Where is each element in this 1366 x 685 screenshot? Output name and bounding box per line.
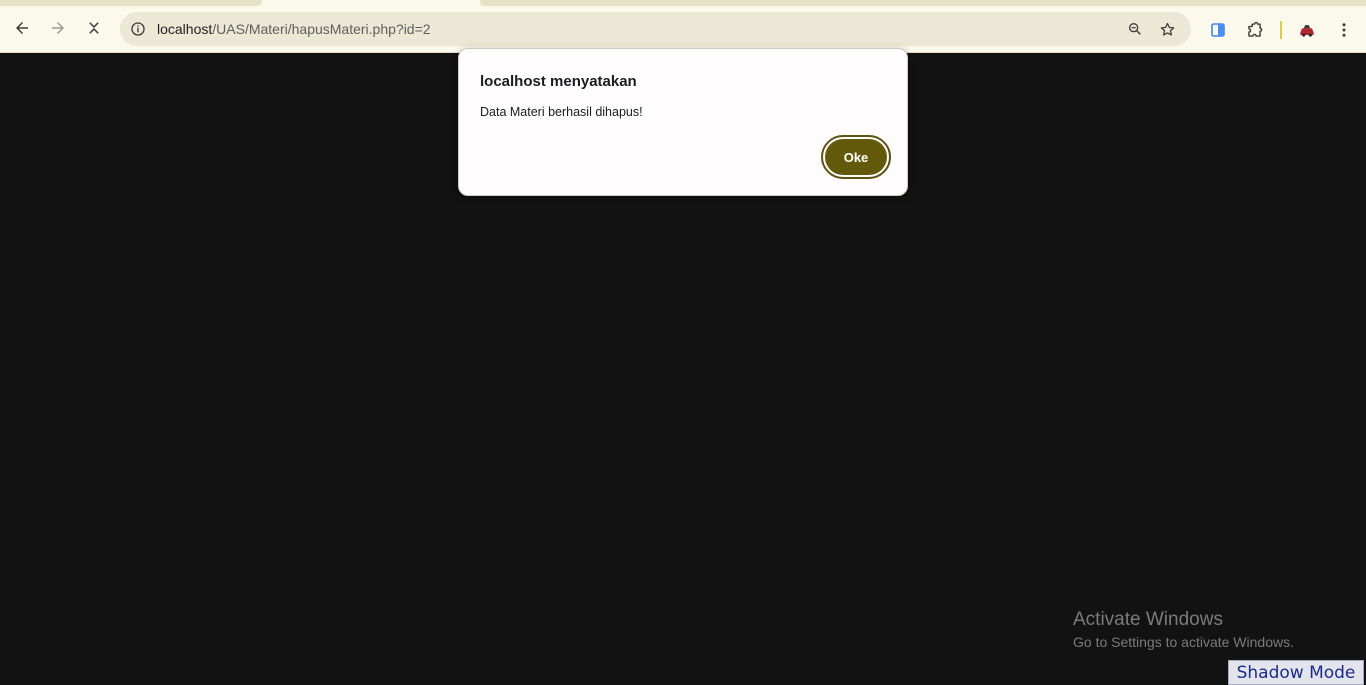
toolbar-divider [1280, 21, 1282, 39]
site-info-icon[interactable] [128, 19, 148, 39]
arrow-left-icon [16, 22, 28, 34]
close-icon [89, 22, 99, 34]
back-button[interactable] [6, 12, 38, 44]
address-bar[interactable]: localhost/UAS/Materi/hapusMateri.php?id=… [120, 12, 1191, 46]
dialog-title: localhost menyatakan [480, 73, 637, 90]
zoom-icon[interactable] [1125, 19, 1145, 39]
url-path: /UAS/Materi/hapusMateri.php?id=2 [212, 21, 431, 37]
dialog-message: Data Materi berhasil dihapus! [480, 105, 643, 119]
side-panel-icon[interactable] [1207, 19, 1229, 41]
url-host: localhost [157, 21, 213, 37]
activate-windows-subtitle: Go to Settings to activate Windows. [1073, 634, 1294, 650]
browser-toolbar: localhost/UAS/Materi/hapusMateri.php?id=… [0, 6, 1366, 53]
bookmark-star-icon[interactable] [1157, 19, 1177, 39]
activate-windows-title: Activate Windows [1073, 609, 1223, 630]
kebab-menu-icon[interactable] [1333, 19, 1355, 41]
shadow-mode-button[interactable]: Shadow Mode [1228, 660, 1364, 685]
ok-button[interactable]: Oke [821, 135, 891, 179]
ok-button-label: Oke [825, 139, 887, 175]
arrow-right-icon [52, 22, 64, 34]
stop-loading-button[interactable] [78, 12, 110, 44]
forward-button[interactable] [42, 12, 74, 44]
url-text[interactable]: localhost/UAS/Materi/hapusMateri.php?id=… [157, 21, 431, 37]
puzzle-icon[interactable] [1243, 19, 1265, 41]
profile-icon[interactable] [1296, 19, 1318, 41]
alert-dialog: localhost menyatakan Data Materi berhasi… [458, 48, 908, 196]
